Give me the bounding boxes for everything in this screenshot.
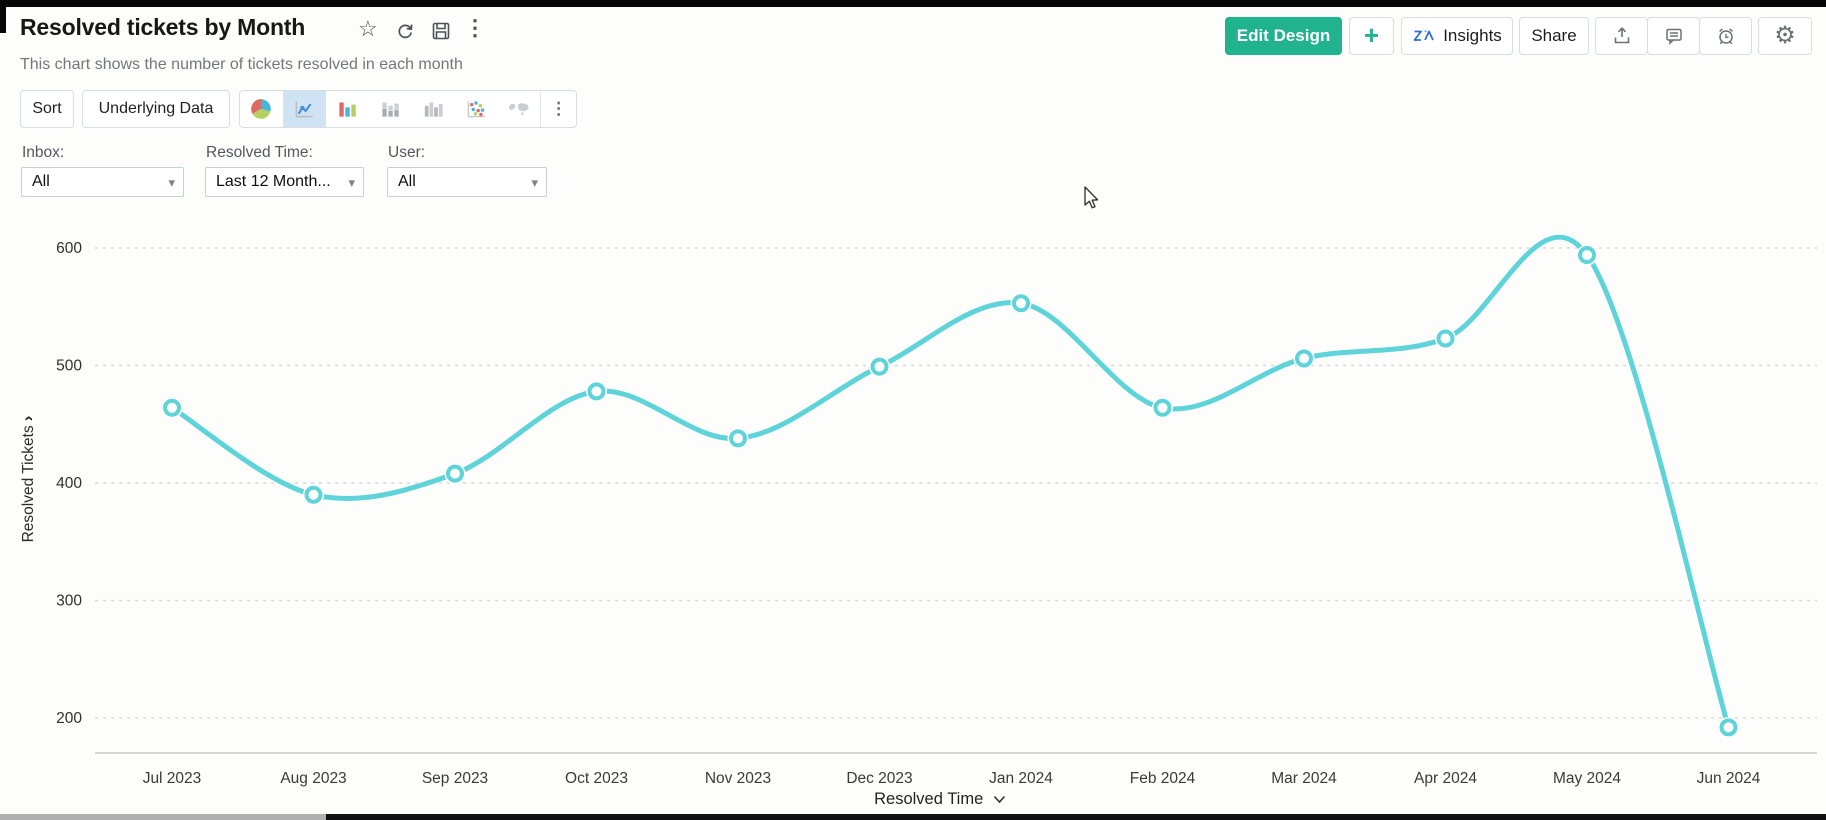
data-point-halo	[727, 427, 749, 449]
chart-type-line-icon[interactable]	[282, 91, 326, 127]
chart-type-scatter-icon[interactable]	[454, 91, 497, 127]
caret-down-icon: ▾	[531, 175, 538, 190]
alerts-button[interactable]	[1699, 17, 1752, 55]
data-point-halo	[303, 484, 324, 506]
data-point-marker[interactable]	[1436, 329, 1455, 348]
data-point-halo	[1435, 327, 1456, 349]
chart-type-stacked-bar-icon[interactable]	[369, 91, 412, 127]
add-button[interactable]: +	[1349, 17, 1394, 55]
insights-button-label: Insights	[1443, 26, 1502, 45]
chart-type-bar-icon[interactable]	[326, 91, 369, 127]
analytics-app-window: Resolved tickets by Month ☆ ⋮ This chart…	[0, 0, 1826, 820]
data-point-halo	[1010, 292, 1032, 314]
y-tick-label: 300	[56, 593, 82, 610]
data-point-marker[interactable]	[1719, 718, 1738, 737]
data-point-marker[interactable]	[587, 382, 606, 401]
data-point-marker[interactable]	[729, 429, 747, 448]
left-border-notch	[0, 7, 6, 33]
save-icon[interactable]	[430, 20, 452, 42]
underlying-data-button[interactable]: Underlying Data	[82, 90, 230, 128]
data-point-halo	[1576, 244, 1598, 266]
data-point-marker[interactable]	[1012, 294, 1030, 313]
data-point-marker[interactable]	[1153, 398, 1172, 417]
x-tick-label: Jul 2023	[143, 770, 202, 787]
comments-button[interactable]	[1647, 17, 1700, 55]
chart-type-switcher: ⋮	[239, 90, 577, 128]
x-tick-label: Aug 2023	[280, 770, 346, 787]
resolved-time-filter-value: Last 12 Month...	[216, 173, 331, 190]
data-point-halo	[1718, 716, 1739, 738]
x-tick-label: May 2024	[1553, 770, 1621, 787]
page-title: Resolved tickets by Month	[20, 14, 306, 40]
data-point-marker[interactable]	[163, 398, 181, 417]
data-point-halo	[1152, 397, 1173, 419]
data-point-marker[interactable]	[1578, 246, 1596, 265]
data-point-halo	[586, 380, 607, 402]
export-icon	[1611, 25, 1633, 47]
favorite-star-icon[interactable]: ☆	[358, 18, 378, 40]
sort-button[interactable]: Sort	[20, 90, 74, 128]
filter-label-inbox: Inbox:	[22, 144, 65, 161]
user-filter-select[interactable]: All ▾	[387, 167, 547, 197]
caret-down-icon: ▾	[348, 175, 355, 190]
inbox-filter-select[interactable]: All ▾	[21, 167, 184, 197]
chart-type-grouped-bar-icon[interactable]	[412, 91, 455, 127]
gear-icon: ⚙	[1774, 22, 1796, 49]
data-point-halo	[444, 463, 466, 485]
data-point-marker[interactable]	[446, 464, 464, 483]
x-tick-label: Dec 2023	[846, 770, 912, 787]
series-line	[169, 234, 1731, 730]
chevron-down-icon	[993, 796, 1005, 804]
inbox-filter-value: All	[32, 173, 50, 190]
y-tick-label: 400	[56, 475, 82, 492]
x-axis-title-label: Resolved Time	[874, 790, 984, 808]
title-menu-kebab-icon[interactable]: ⋮	[464, 17, 486, 39]
chart-description: This chart shows the number of tickets r…	[20, 56, 463, 73]
data-point-halo	[869, 356, 890, 378]
x-tick-label: Sep 2023	[422, 770, 488, 787]
refresh-icon[interactable]	[394, 20, 416, 42]
chart-type-more-kebab-icon[interactable]: ⋮	[540, 91, 576, 127]
x-tick-label: Oct 2023	[565, 770, 628, 787]
mouse-cursor-icon	[1084, 186, 1099, 209]
insights-button[interactable]: Insights	[1401, 17, 1513, 55]
data-point-marker[interactable]	[304, 485, 323, 504]
chart-type-pie-icon[interactable]	[240, 91, 283, 127]
y-tick-label: 500	[56, 358, 82, 375]
chart-type-map-icon[interactable]	[497, 91, 540, 127]
edit-design-button[interactable]: Edit Design	[1225, 17, 1342, 55]
x-tick-label: Jun 2024	[1697, 770, 1761, 787]
x-tick-label: Mar 2024	[1271, 770, 1337, 787]
x-tick-label: Feb 2024	[1130, 770, 1196, 787]
comment-icon	[1663, 25, 1685, 47]
filter-label-user: User:	[388, 144, 426, 161]
filter-label-resolved-time: Resolved Time:	[206, 144, 313, 161]
export-button[interactable]	[1595, 17, 1648, 55]
share-button[interactable]: Share	[1519, 17, 1589, 55]
alarm-clock-icon	[1715, 25, 1737, 47]
y-axis-title[interactable]: Resolved Tickets ›	[18, 404, 38, 554]
axis-collapse-chevron-icon: ›	[18, 415, 37, 422]
data-point-marker[interactable]	[1295, 349, 1313, 368]
y-tick-label: 200	[56, 710, 82, 727]
x-axis-title[interactable]: Resolved Time	[840, 790, 1040, 809]
data-point-halo	[161, 397, 183, 419]
x-tick-label: Apr 2024	[1414, 770, 1477, 787]
resolved-time-filter-select[interactable]: Last 12 Month... ▾	[205, 167, 364, 197]
data-point-marker[interactable]	[870, 357, 889, 376]
top-border-strip	[0, 0, 1826, 7]
settings-button[interactable]: ⚙	[1758, 17, 1812, 55]
zia-icon	[1412, 27, 1436, 45]
user-filter-value: All	[398, 173, 416, 190]
caret-down-icon: ▾	[168, 175, 175, 190]
x-tick-label: Nov 2023	[705, 770, 771, 787]
x-tick-label: Jan 2024	[989, 770, 1053, 787]
y-axis-title-label: Resolved Tickets	[20, 425, 37, 543]
y-tick-label: 600	[56, 240, 82, 257]
progress-strip-elapsed	[0, 814, 326, 820]
data-point-halo	[1293, 347, 1315, 369]
progress-strip-remaining	[326, 814, 1826, 820]
